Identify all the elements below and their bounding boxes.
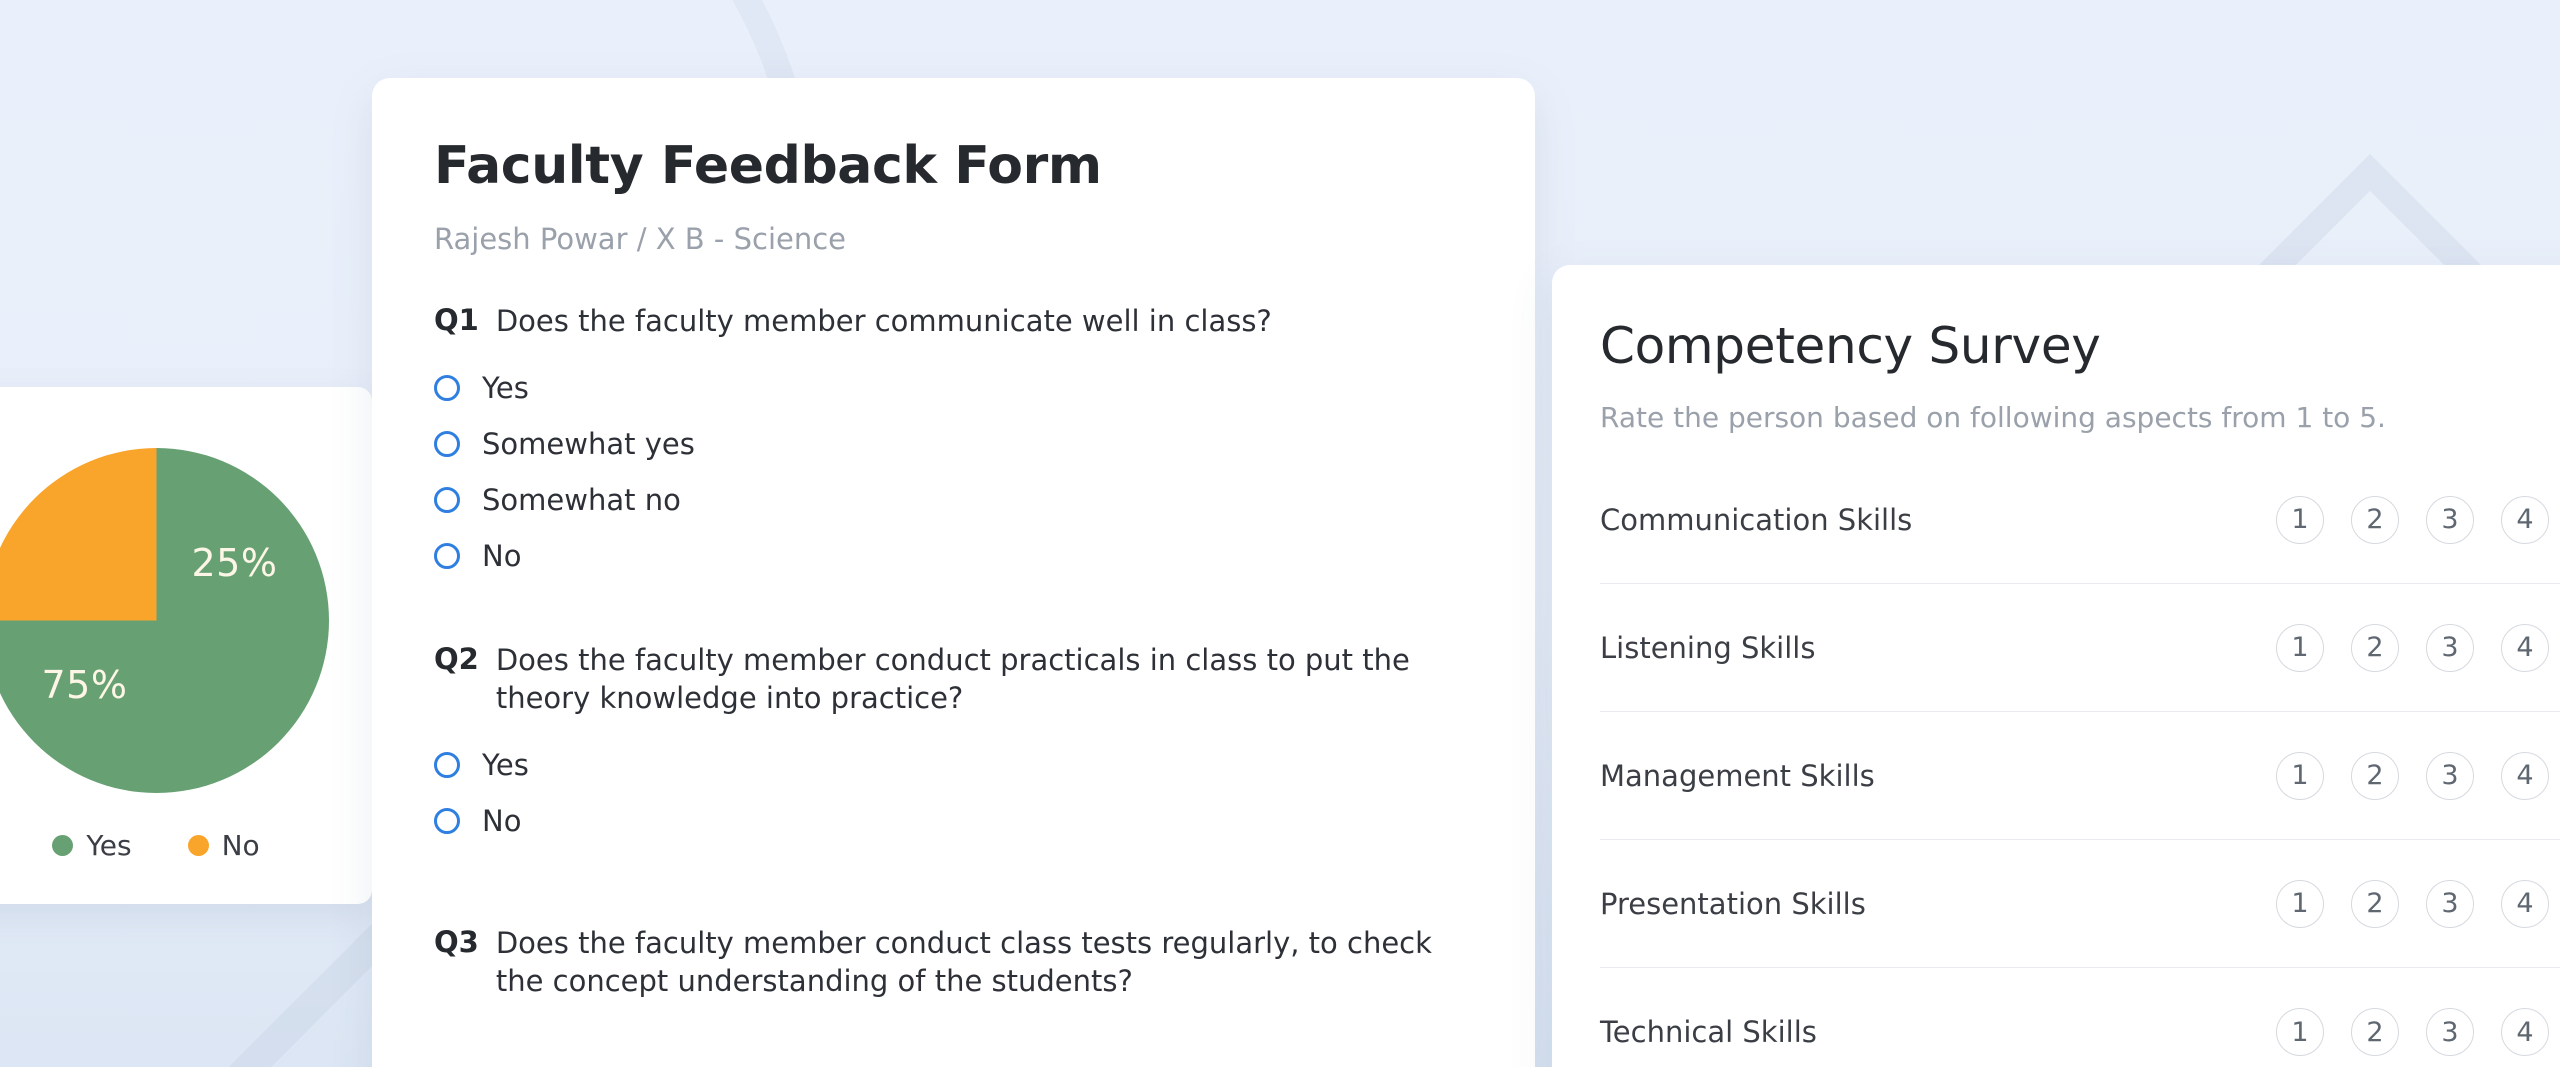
question-block-q1: Q1 Does the faculty member communicate w… [434,302,1473,573]
rating-option-2[interactable]: 2 [2351,495,2399,544]
question-block-q2: Q2 Does the faculty member conduct pract… [434,641,1473,838]
radio-option[interactable]: No [434,804,1473,838]
competency-survey-card: Competency Survey Rate the person based … [1552,265,2560,1067]
rating-option-4[interactable]: 4 [2501,1008,2549,1056]
radio-option-label: Yes [482,370,529,405]
rating-scale-group: 12345 [2276,751,2560,800]
skill-rating-list: Communication Skills12345Listening Skill… [1600,456,2560,1067]
question-header-q1: Q1 Does the faculty member communicate w… [434,302,1473,341]
rating-option-3[interactable]: 3 [2426,495,2474,544]
question-text-q3: Does the faculty member conduct class te… [495,925,1432,999]
legend-label: No [221,828,260,862]
radio-button-icon[interactable] [434,430,460,457]
question-number-q1: Q1 [434,303,479,337]
pie-slice-label-no: 25% [191,540,278,585]
skill-name-label: Management Skills [1600,758,1875,793]
pie-chart: 25% 75% [0,447,329,793]
skill-name-label: Technical Skills [1600,1015,1817,1049]
rating-option-3[interactable]: 3 [2426,623,2474,672]
radio-option[interactable]: Somewhat yes [434,427,1473,461]
skill-rating-row: Presentation Skills 12345 [1600,840,2560,968]
skill-name-label: Listening Skills [1600,630,1816,665]
pie-slice-label-yes: 75% [41,662,128,707]
rating-scale-group: 12345 [2276,1008,2560,1056]
question-number-q3: Q3 [434,924,479,959]
rating-option-4[interactable]: 4 [2501,495,2549,544]
radio-option-label: Yes [482,747,529,782]
rating-option-3[interactable]: 3 [2426,1008,2474,1056]
radio-option-label: No [482,803,522,838]
legend-color-dot-icon [52,834,74,856]
radio-option-label: No [482,538,522,573]
survey-subtitle: Rate the person based on following aspec… [1600,401,2386,434]
rating-option-4[interactable]: 4 [2501,879,2549,928]
skill-rating-row: Technical Skills 12345 [1600,968,2560,1067]
rating-option-1[interactable]: 1 [2276,623,2324,672]
skill-rating-row: Listening Skills 12345 [1600,584,2560,712]
radio-button-icon[interactable] [434,751,460,778]
skill-name-label: Communication Skills [1600,502,1913,537]
app-canvas: 25% 75% Yes No Faculty Feedback Form Raje… [0,0,2560,1067]
survey-title: Competency Survey [1600,317,2101,375]
rating-option-1[interactable]: 1 [2276,879,2324,928]
faculty-feedback-form-card: Faculty Feedback Form Rajesh Powar / X B… [372,78,1535,1067]
question-text-q1: Does the faculty member communicate well… [495,304,1272,338]
legend-item: No [187,828,260,862]
rating-scale-group: 12345 [2276,879,2560,928]
question-block-q3: Q3 Does the faculty member conduct class… [434,924,1473,1001]
question-text-q2: Does the faculty member conduct practica… [495,642,1410,716]
pie-chart-legend: Yes No [52,828,260,862]
rating-option-1[interactable]: 1 [2276,751,2324,800]
radio-button-icon[interactable] [434,374,460,401]
rating-scale-group: 12345 [2276,623,2560,672]
skill-rating-row: Communication Skills 12345 [1600,456,2560,584]
skill-rating-row: Management Skills 12345 [1600,712,2560,840]
results-pie-chart-card: 25% 75% Yes No [0,387,372,904]
skill-name-label: Presentation Skills [1600,886,1866,921]
page-title: Faculty Feedback Form [434,136,1102,196]
legend-label: Yes [86,828,132,862]
radio-option-label: Somewhat no [482,482,681,517]
rating-scale-group: 12345 [2276,495,2560,544]
radio-button-icon[interactable] [434,486,460,513]
rating-option-3[interactable]: 3 [2426,751,2474,800]
legend-color-dot-icon [187,834,209,856]
rating-option-2[interactable]: 2 [2351,1008,2399,1056]
rating-option-4[interactable]: 4 [2501,751,2549,800]
options-list-q1: Yes Somewhat yes Somewhat no No [434,371,1473,573]
rating-option-1[interactable]: 1 [2276,1008,2324,1056]
radio-option[interactable]: Somewhat no [434,483,1473,517]
rating-option-4[interactable]: 4 [2501,623,2549,672]
radio-option[interactable]: No [434,539,1473,573]
rating-option-2[interactable]: 2 [2351,751,2399,800]
legend-item: Yes [52,828,132,862]
radio-button-icon[interactable] [434,542,460,569]
options-list-q2: Yes No [434,748,1473,838]
rating-option-1[interactable]: 1 [2276,495,2324,544]
rating-option-3[interactable]: 3 [2426,879,2474,928]
form-subtitle: Rajesh Powar / X B - Science [434,222,847,256]
rating-option-2[interactable]: 2 [2351,623,2399,672]
pie-chart-shape [0,447,329,793]
radio-option[interactable]: Yes [434,371,1473,405]
radio-button-icon[interactable] [434,807,460,834]
rating-option-2[interactable]: 2 [2351,879,2399,928]
radio-option[interactable]: Yes [434,748,1473,782]
radio-option-label: Somewhat yes [482,426,695,461]
question-number-q2: Q2 [434,641,479,676]
question-header-q3: Q3 Does the faculty member conduct class… [434,924,1473,1001]
question-header-q2: Q2 Does the faculty member conduct pract… [434,641,1473,718]
